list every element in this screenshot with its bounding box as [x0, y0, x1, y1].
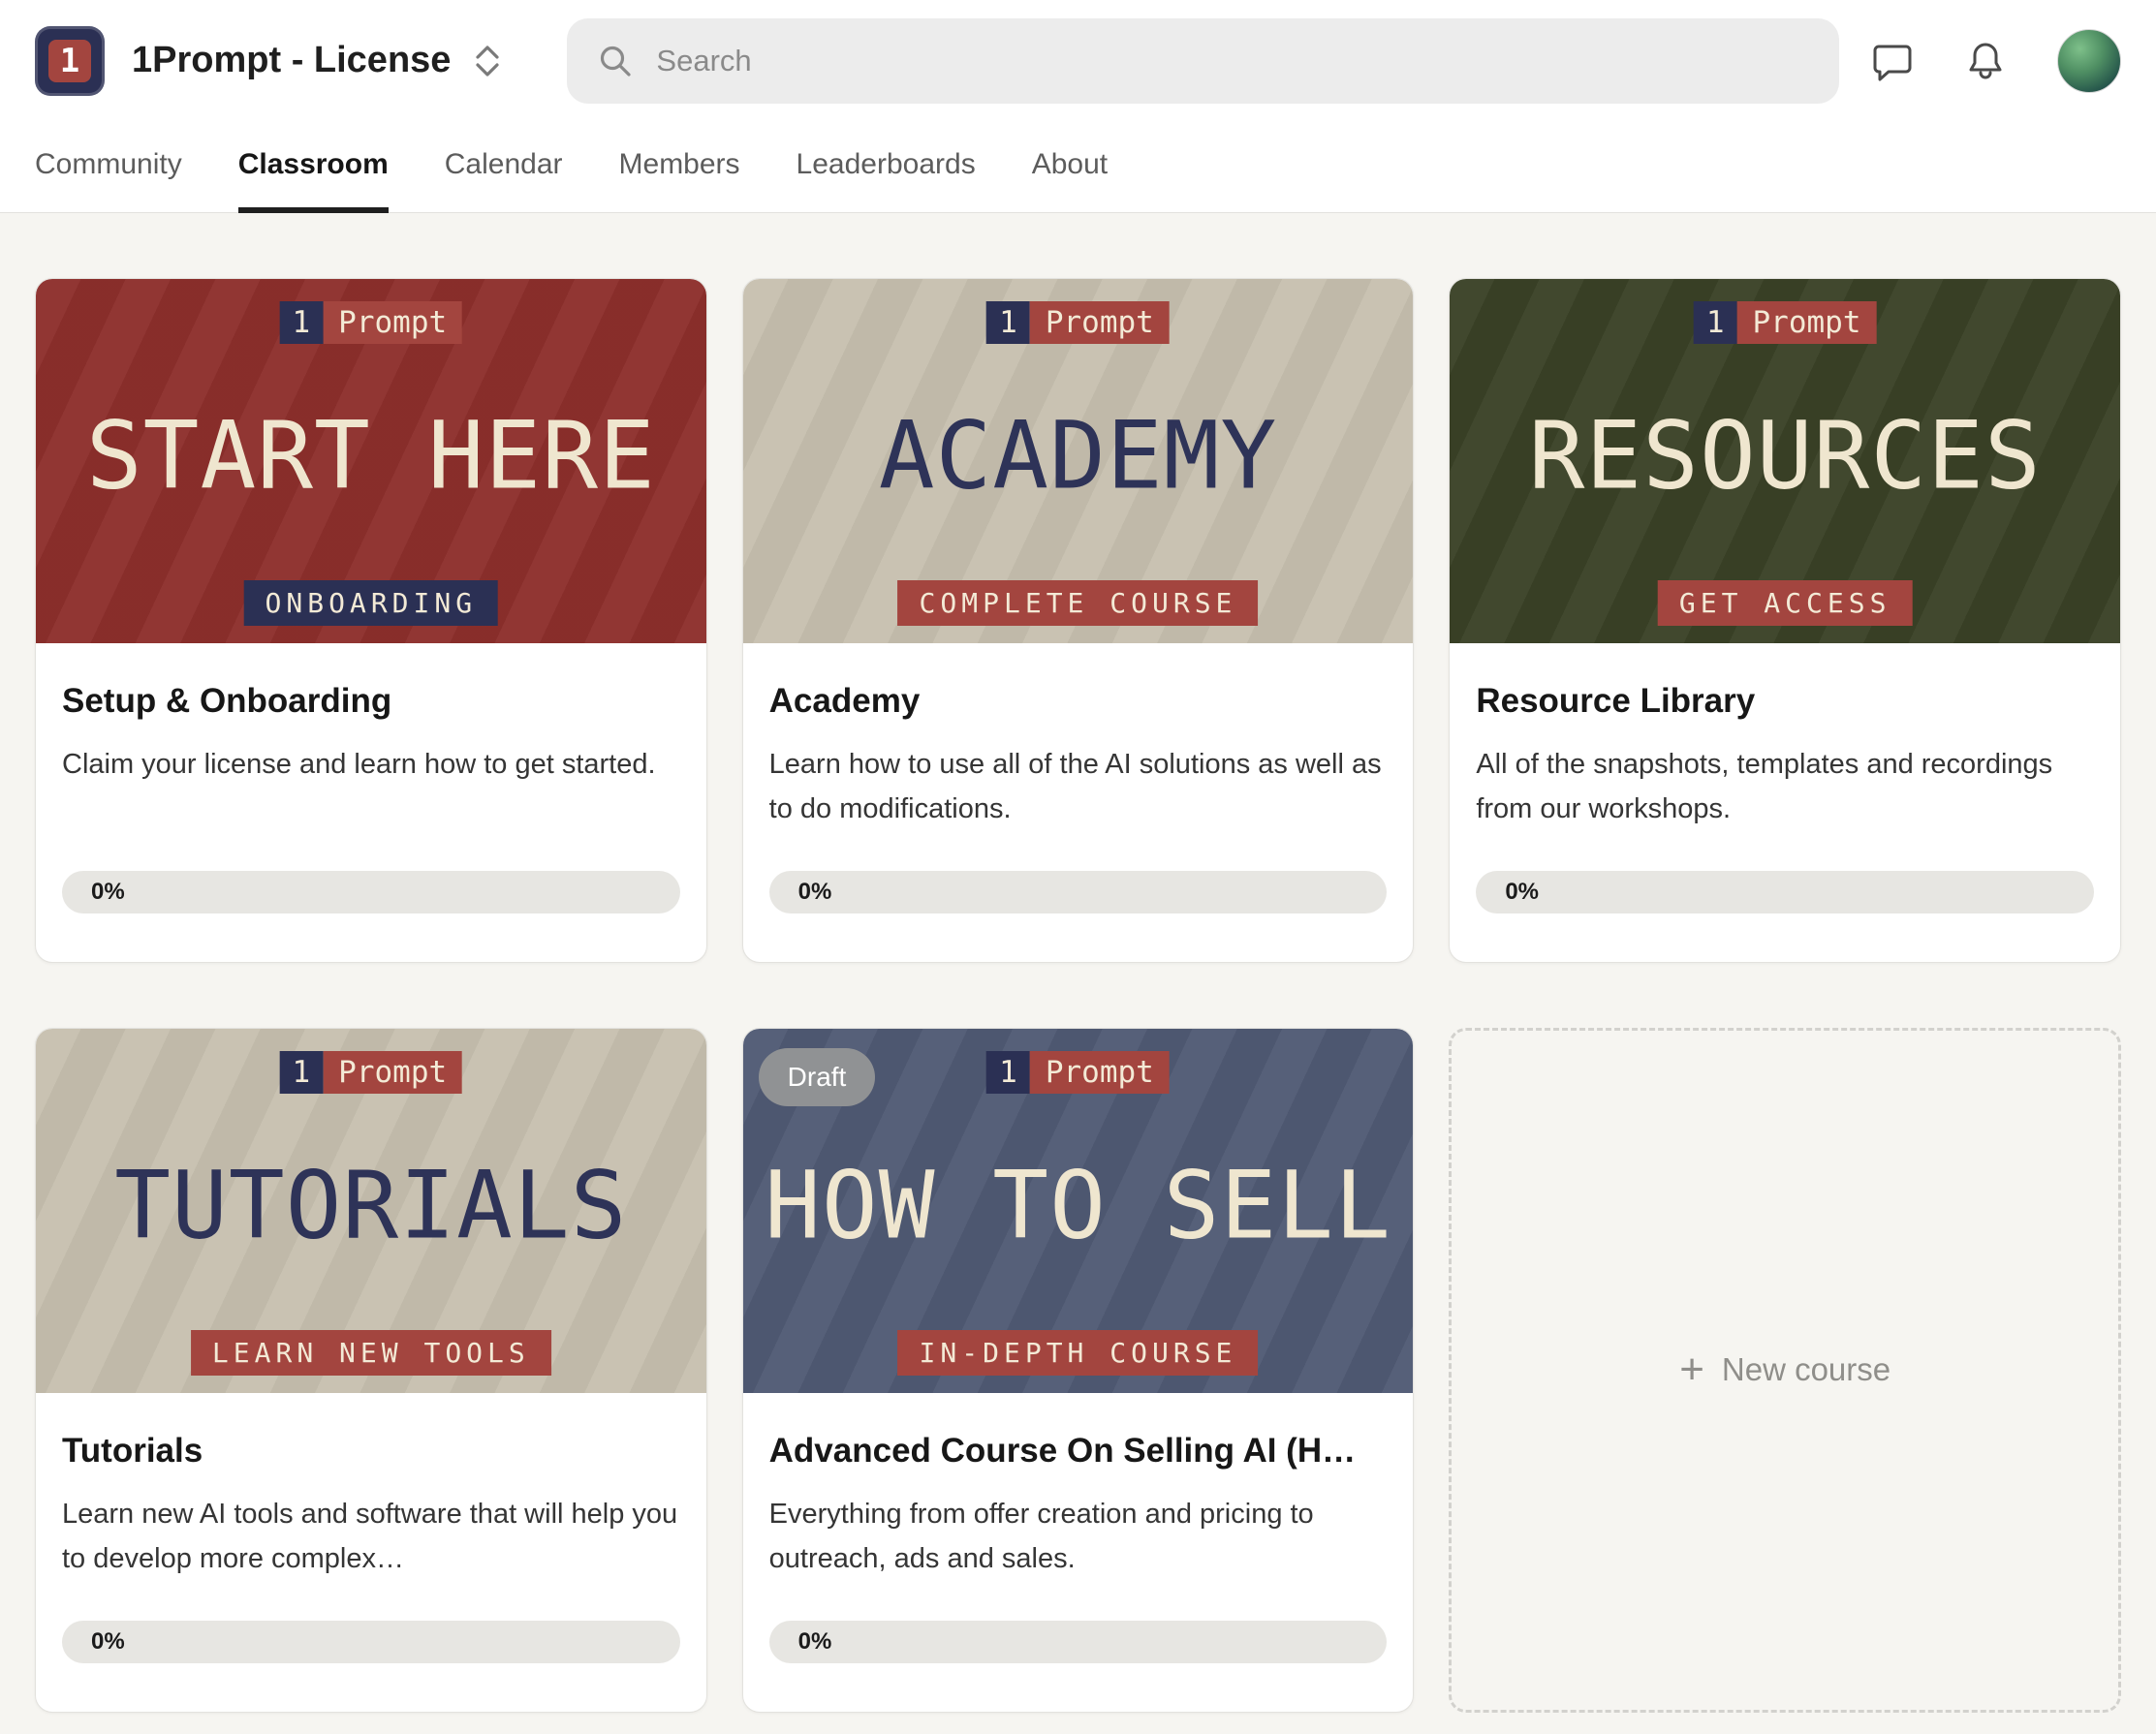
- brand-one-box: 1: [1694, 301, 1737, 344]
- oneprompt-brand-badge: 1 Prompt: [280, 301, 463, 344]
- brand-prompt-box: Prompt: [1030, 1051, 1170, 1094]
- tab-community[interactable]: Community: [35, 121, 182, 213]
- course-card-setup-onboarding[interactable]: 1 Prompt START HERE ONBOARDING Setup & O…: [35, 278, 707, 963]
- brand-one-box: 1: [986, 1051, 1030, 1094]
- progress-label: 0%: [91, 1628, 125, 1656]
- search-bar[interactable]: [567, 18, 1839, 104]
- header-actions: [1871, 29, 2121, 93]
- search-input[interactable]: [656, 44, 1808, 78]
- course-description: Learn how to use all of the AI solutions…: [769, 742, 1388, 832]
- bell-icon[interactable]: [1964, 40, 2007, 82]
- new-course-label: New course: [1722, 1351, 1890, 1388]
- progress-bar: 0%: [62, 1621, 680, 1663]
- cover-title: ACADEMY: [879, 401, 1278, 510]
- course-title: Resource Library: [1476, 682, 2094, 721]
- course-card-body: Tutorials Learn new AI tools and softwar…: [36, 1393, 706, 1712]
- brand-prompt-box: Prompt: [323, 1051, 462, 1094]
- cover-title: START HERE: [86, 401, 656, 510]
- search-icon: [598, 44, 633, 78]
- course-description: Learn new AI tools and software that wil…: [62, 1492, 680, 1582]
- oneprompt-brand-badge: 1 Prompt: [986, 1051, 1170, 1094]
- course-card-body: Advanced Course On Selling AI (H… Everyt…: [743, 1393, 1414, 1712]
- course-description: Claim your license and learn how to get …: [62, 742, 680, 832]
- course-title: Advanced Course On Selling AI (H…: [769, 1432, 1388, 1471]
- tab-leaderboards[interactable]: Leaderboards: [797, 121, 976, 213]
- cover-title: HOW TO SELL: [765, 1151, 1391, 1259]
- tab-about[interactable]: About: [1032, 121, 1108, 213]
- progress-label: 0%: [798, 1628, 832, 1656]
- course-title: Academy: [769, 682, 1388, 721]
- course-cover: 1 Prompt TUTORIALS LEARN NEW TOOLS: [36, 1029, 706, 1393]
- course-cover: 1 Prompt ACADEMY COMPLETE COURSE: [743, 279, 1414, 643]
- tab-members[interactable]: Members: [619, 121, 740, 213]
- course-card-body: Academy Learn how to use all of the AI s…: [743, 643, 1414, 962]
- cover-tag: IN-DEPTH COURSE: [898, 1330, 1259, 1376]
- cover-title: TUTORIALS: [114, 1151, 627, 1259]
- course-title: Setup & Onboarding: [62, 682, 680, 721]
- cover-tag: LEARN NEW TOOLS: [191, 1330, 551, 1376]
- brand-one-box: 1: [280, 301, 324, 344]
- progress-bar: 0%: [1476, 871, 2094, 913]
- cover-title: RESOURCES: [1529, 401, 2042, 510]
- course-card-body: Setup & Onboarding Claim your license an…: [36, 643, 706, 962]
- course-description: Everything from offer creation and prici…: [769, 1492, 1388, 1582]
- progress-label: 0%: [91, 879, 125, 906]
- community-logo-mark: 1: [48, 40, 91, 82]
- brand-one-box: 1: [986, 301, 1030, 344]
- course-cover: 1 Prompt RESOURCES GET ACCESS: [1450, 279, 2120, 643]
- header: 1 1Prompt - License: [0, 0, 2156, 213]
- classroom-main: 1 Prompt START HERE ONBOARDING Setup & O…: [0, 213, 2156, 1734]
- progress-bar: 0%: [62, 871, 680, 913]
- brand-prompt-box: Prompt: [1030, 301, 1170, 344]
- community-logo[interactable]: 1: [35, 26, 105, 96]
- chat-icon[interactable]: [1871, 40, 1914, 82]
- course-card-academy[interactable]: 1 Prompt ACADEMY COMPLETE COURSE Academy…: [742, 278, 1415, 963]
- brand-prompt-box: Prompt: [1737, 301, 1877, 344]
- course-title: Tutorials: [62, 1432, 680, 1471]
- draft-badge: Draft: [759, 1048, 876, 1106]
- oneprompt-brand-badge: 1 Prompt: [1694, 301, 1877, 344]
- progress-bar: 0%: [769, 871, 1388, 913]
- avatar[interactable]: [2057, 29, 2121, 93]
- brand-one-box: 1: [280, 1051, 324, 1094]
- plus-icon: +: [1679, 1348, 1704, 1391]
- cover-tag: ONBOARDING: [244, 580, 499, 626]
- course-description: All of the snapshots, templates and reco…: [1476, 742, 2094, 832]
- progress-label: 0%: [1505, 879, 1539, 906]
- community-switcher-icon[interactable]: [476, 45, 499, 77]
- header-top: 1 1Prompt - License: [0, 0, 2156, 121]
- cover-tag: GET ACCESS: [1658, 580, 1913, 626]
- oneprompt-brand-badge: 1 Prompt: [280, 1051, 463, 1094]
- progress-bar: 0%: [769, 1621, 1388, 1663]
- course-cover: Draft 1 Prompt HOW TO SELL IN-DEPTH COUR…: [743, 1029, 1414, 1393]
- nav-tabs: Community Classroom Calendar Members Lea…: [0, 121, 2156, 213]
- course-grid: 1 Prompt START HERE ONBOARDING Setup & O…: [35, 278, 2121, 1713]
- course-card-how-to-sell[interactable]: Draft 1 Prompt HOW TO SELL IN-DEPTH COUR…: [742, 1028, 1415, 1713]
- course-cover: 1 Prompt START HERE ONBOARDING: [36, 279, 706, 643]
- new-course-button[interactable]: + New course: [1449, 1028, 2121, 1713]
- brand-prompt-box: Prompt: [323, 301, 462, 344]
- course-card-body: Resource Library All of the snapshots, t…: [1450, 643, 2120, 962]
- community-title[interactable]: 1Prompt - License: [132, 40, 451, 81]
- course-card-resource-library[interactable]: 1 Prompt RESOURCES GET ACCESS Resource L…: [1449, 278, 2121, 963]
- oneprompt-brand-badge: 1 Prompt: [986, 301, 1170, 344]
- course-card-tutorials[interactable]: 1 Prompt TUTORIALS LEARN NEW TOOLS Tutor…: [35, 1028, 707, 1713]
- progress-label: 0%: [798, 879, 832, 906]
- tab-calendar[interactable]: Calendar: [445, 121, 563, 213]
- cover-tag: COMPLETE COURSE: [898, 580, 1259, 626]
- tab-classroom[interactable]: Classroom: [238, 121, 389, 213]
